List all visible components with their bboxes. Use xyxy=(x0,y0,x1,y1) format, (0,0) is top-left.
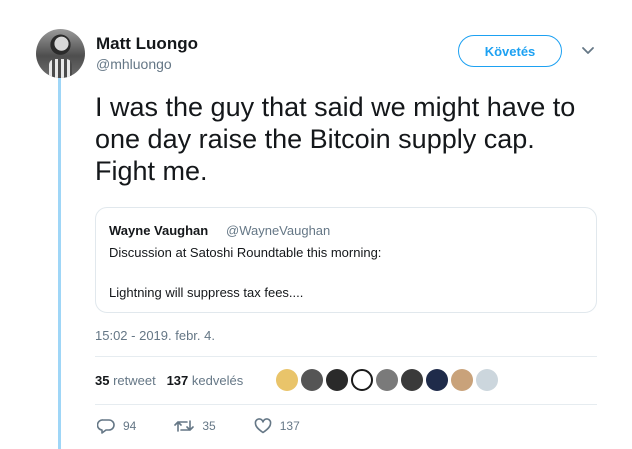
reply-icon xyxy=(97,419,115,434)
like-stat-label: kedvelés xyxy=(191,373,244,388)
liker-avatar[interactable] xyxy=(376,369,398,391)
author-handle[interactable]: @mhluongo xyxy=(96,56,172,72)
tweet-stats: 35 retweet 137 kedvelés xyxy=(95,373,243,388)
tweet-actions: 94 35 137 xyxy=(97,418,338,434)
divider xyxy=(95,404,597,405)
quoted-text-line-2: Lightning will suppress tax fees.... xyxy=(109,285,304,300)
liker-avatar[interactable] xyxy=(426,369,448,391)
quoted-author-handle: @WayneVaughan xyxy=(226,223,331,238)
like-count: 137 xyxy=(279,419,300,433)
retweet-button[interactable]: 35 xyxy=(174,418,216,434)
tweet-timestamp[interactable]: 15:02 - 2019. febr. 4. xyxy=(95,328,215,343)
chevron-down-icon[interactable] xyxy=(580,44,596,58)
retweet-stat-label: retweet xyxy=(113,373,156,388)
avatar-shirt xyxy=(49,59,72,78)
quoted-tweet[interactable]: Wayne Vaughan @WayneVaughan Discussion a… xyxy=(95,207,597,313)
divider xyxy=(95,356,597,357)
liker-avatar[interactable] xyxy=(351,369,373,391)
heart-icon xyxy=(254,418,272,434)
liker-avatar[interactable] xyxy=(326,369,348,391)
liker-avatar[interactable] xyxy=(276,369,298,391)
retweet-stat-count: 35 xyxy=(95,373,110,388)
retweet-count: 35 xyxy=(202,419,216,433)
likers-avatars xyxy=(276,369,498,391)
reply-count: 94 xyxy=(123,419,137,433)
tweet-text: I was the guy that said we might have to… xyxy=(95,92,576,186)
reply-button[interactable]: 94 xyxy=(97,418,136,434)
like-button[interactable]: 137 xyxy=(254,418,300,434)
follow-button[interactable]: Követés xyxy=(458,35,562,67)
avatar[interactable] xyxy=(36,29,85,78)
like-stat-count: 137 xyxy=(166,373,189,388)
author-name[interactable]: Matt Luongo xyxy=(96,34,198,54)
thread-line xyxy=(58,78,61,449)
like-stat[interactable]: 137 kedvelés xyxy=(167,373,244,388)
quoted-text-line-1: Discussion at Satoshi Roundtable this mo… xyxy=(109,245,382,260)
retweet-stat[interactable]: 35 retweet xyxy=(95,373,156,388)
liker-avatar[interactable] xyxy=(401,369,423,391)
liker-avatar[interactable] xyxy=(476,369,498,391)
liker-avatar[interactable] xyxy=(451,369,473,391)
quoted-author-name: Wayne Vaughan xyxy=(109,223,209,238)
retweet-icon xyxy=(174,420,195,432)
liker-avatar[interactable] xyxy=(301,369,323,391)
